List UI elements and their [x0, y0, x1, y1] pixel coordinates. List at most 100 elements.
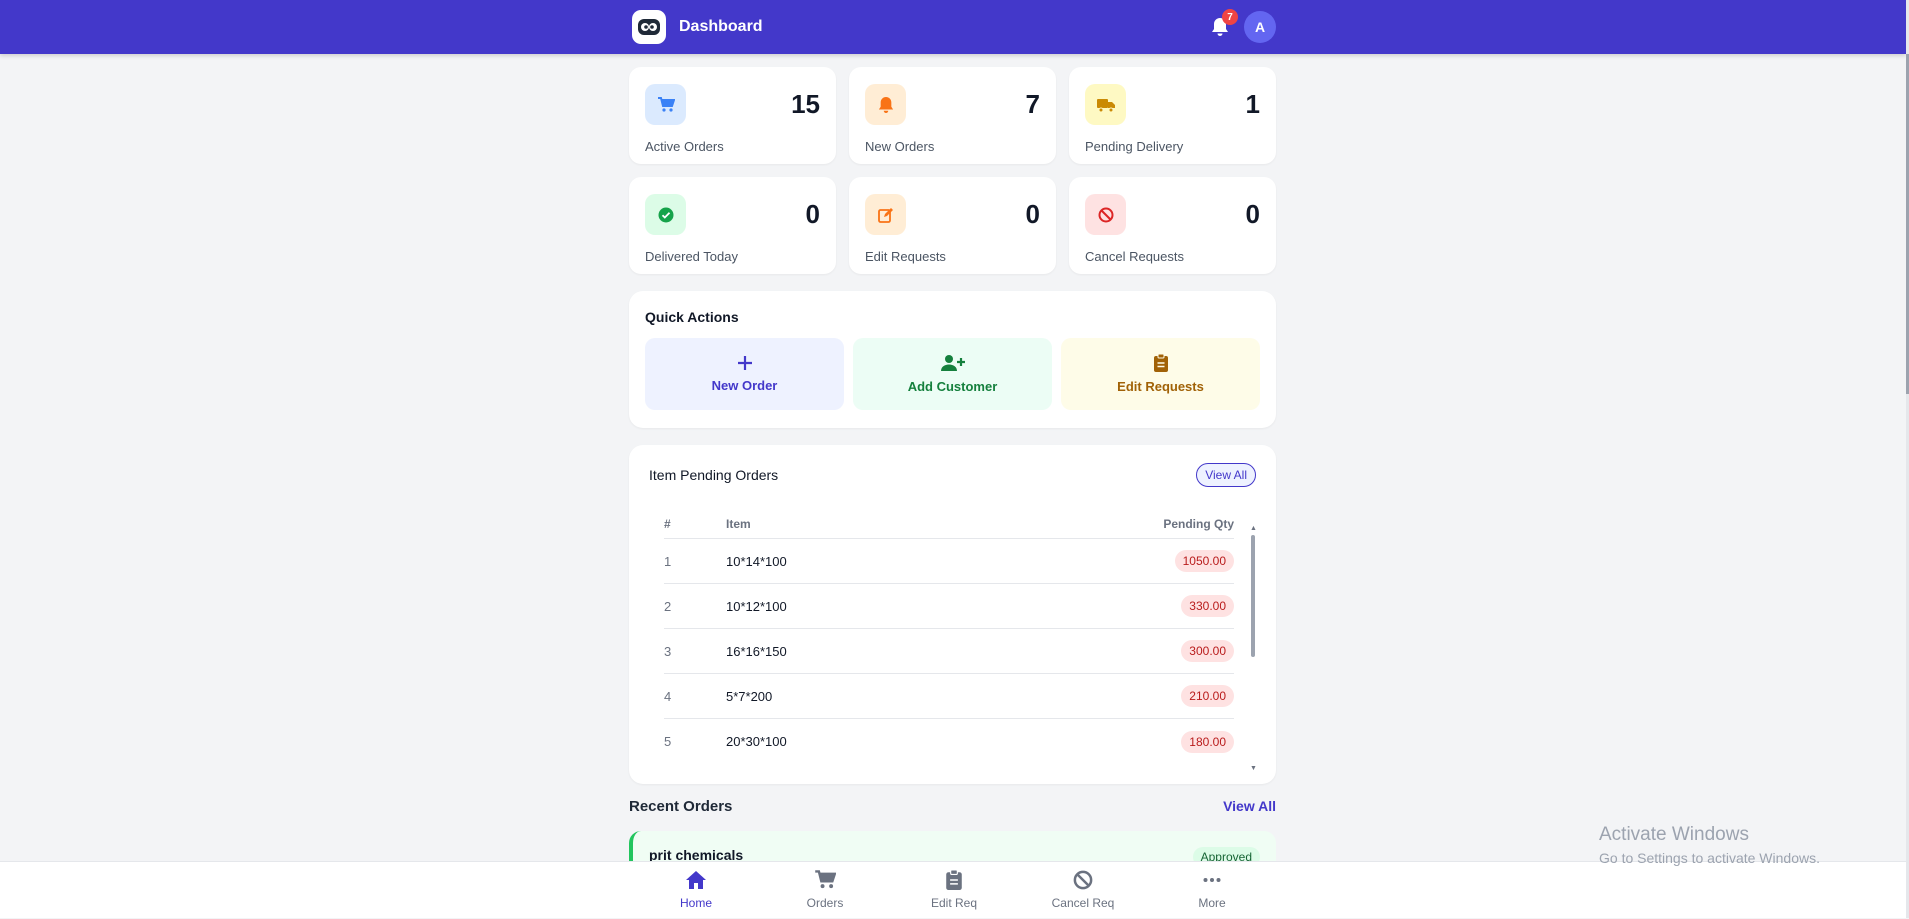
- scroll-up-arrow-icon[interactable]: ▲: [1250, 525, 1257, 532]
- stat-value: 0: [1245, 199, 1260, 229]
- nav-label-more: More: [1198, 896, 1226, 910]
- main-content: 15 Active Orders 7 New Orders 1 Pending …: [629, 67, 1276, 871]
- check-circle-icon: [658, 207, 673, 222]
- stat-value: 0: [1025, 199, 1040, 229]
- plus-icon: [737, 356, 752, 370]
- column-header-item: Item: [726, 516, 751, 531]
- pending-orders-title: Item Pending Orders: [649, 467, 779, 483]
- stat-label: Active Orders: [645, 139, 724, 154]
- stat-value: 7: [1025, 89, 1040, 119]
- more-icon: [1203, 878, 1221, 882]
- table-row[interactable]: 4 5*7*200 210.00: [664, 674, 1234, 719]
- new-order-label: New Order: [711, 378, 778, 393]
- pending-orders-table: # Item Pending Qty 1 10*14*100 1050.00 2…: [664, 509, 1234, 764]
- stat-icon-wrap: [1085, 194, 1126, 235]
- qty-badge: 300.00: [1181, 640, 1234, 662]
- cart-icon: [815, 870, 836, 889]
- pending-orders-header: Item Pending Orders View All: [649, 463, 1256, 487]
- stat-card-delivered-today[interactable]: 0 Delivered Today: [629, 177, 836, 274]
- watermark-line-2: Go to Settings to activate Windows.: [1599, 850, 1820, 866]
- table-row[interactable]: 1 10*14*100 1050.00: [664, 539, 1234, 584]
- home-icon: [686, 871, 706, 889]
- row-item: 20*30*100: [726, 734, 787, 749]
- nav-item-orders[interactable]: Orders: [761, 862, 889, 919]
- stat-label: Delivered Today: [645, 249, 738, 264]
- row-item: 10*14*100: [726, 553, 787, 569]
- clipboard-icon: [1153, 354, 1168, 372]
- bottom-nav-items: Home Orders Edit Req Cancel Req More: [632, 862, 1276, 919]
- edit-requests-button[interactable]: Edit Requests: [1061, 338, 1260, 410]
- row-num: 4: [664, 688, 672, 704]
- truck-icon: [1096, 98, 1115, 112]
- stat-card-new-orders[interactable]: 7 New Orders: [849, 67, 1056, 164]
- top-bar: Dashboard 7 A: [0, 0, 1906, 54]
- stat-label: Pending Delivery: [1085, 139, 1184, 154]
- add-customer-button[interactable]: Add Customer: [853, 338, 1052, 410]
- stat-icon-wrap: [645, 84, 686, 125]
- table-row[interactable]: 3 16*16*150 300.00: [664, 629, 1234, 674]
- cart-icon: [657, 96, 675, 112]
- stat-icon-wrap: [1085, 84, 1126, 125]
- qty-badge: 210.00: [1181, 685, 1234, 707]
- brand[interactable]: Dashboard: [632, 10, 763, 44]
- notification-badge: 7: [1222, 9, 1238, 25]
- nav-label-orders: Orders: [806, 896, 844, 910]
- scroll-down-arrow-icon[interactable]: ▼: [1250, 765, 1257, 772]
- recent-orders-title: Recent Orders: [629, 797, 733, 815]
- bell-icon: [878, 96, 893, 113]
- stats-grid: 15 Active Orders 7 New Orders 1 Pending …: [629, 67, 1276, 274]
- recent-orders-header: Recent Orders View All: [629, 796, 1276, 816]
- row-item: 5*7*200: [726, 688, 773, 704]
- clipboard-icon: [946, 870, 962, 890]
- nav-label-cancel-req: Cancel Req: [1051, 896, 1115, 910]
- stat-label: New Orders: [865, 139, 935, 154]
- stat-value: 0: [805, 199, 820, 229]
- stat-card-edit-requests[interactable]: 0 Edit Requests: [849, 177, 1056, 274]
- add-customer-label: Add Customer: [907, 379, 998, 394]
- nav-item-home[interactable]: Home: [632, 862, 760, 919]
- user-plus-icon: [940, 355, 965, 371]
- table-row[interactable]: 2 10*12*100 330.00: [664, 584, 1234, 629]
- pending-view-all-button[interactable]: View All: [1196, 463, 1256, 487]
- stat-icon-wrap: [865, 84, 906, 125]
- qty-badge: 1050.00: [1174, 550, 1234, 572]
- stat-card-pending-delivery[interactable]: 1 Pending Delivery: [1069, 67, 1276, 164]
- table-header: # Item Pending Qty: [664, 509, 1234, 539]
- row-item: 16*16*150: [726, 643, 787, 659]
- edit-requests-label: Edit Requests: [1117, 379, 1204, 394]
- quick-actions-row: New Order Add Customer Edit Requests: [645, 338, 1260, 410]
- windows-activation-watermark: Activate Windows Go to Settings to activ…: [1599, 824, 1820, 866]
- edit-icon: [877, 207, 893, 223]
- table-scrollbar-thumb[interactable]: [1251, 535, 1255, 657]
- stat-value: 1: [1245, 89, 1260, 119]
- nav-item-edit-req[interactable]: Edit Req: [890, 862, 1018, 919]
- ban-icon: [1073, 870, 1093, 890]
- stat-label: Edit Requests: [865, 249, 946, 264]
- quick-actions-card: Quick Actions New Order Add Customer Edi…: [629, 291, 1276, 428]
- stat-label: Cancel Requests: [1085, 249, 1184, 264]
- bottom-nav: Home Orders Edit Req Cancel Req More: [0, 861, 1906, 918]
- column-header-qty: Pending Qty: [1163, 516, 1234, 531]
- qty-badge: 180.00: [1181, 730, 1234, 753]
- new-order-button[interactable]: New Order: [645, 338, 844, 410]
- top-bar-inner: Dashboard 7 A: [632, 0, 1276, 54]
- nav-item-more[interactable]: More: [1148, 862, 1276, 919]
- table-scrollbar[interactable]: ▲ ▼: [1250, 525, 1257, 775]
- avatar[interactable]: A: [1244, 11, 1276, 43]
- table-row[interactable]: 5 20*30*100 180.00: [664, 719, 1234, 764]
- ban-icon: [1098, 207, 1113, 222]
- column-header-num: #: [664, 516, 671, 531]
- stat-value: 15: [791, 89, 820, 119]
- nav-label-home: Home: [679, 896, 712, 910]
- stat-card-cancel-requests[interactable]: 0 Cancel Requests: [1069, 177, 1276, 274]
- stat-card-active-orders[interactable]: 15 Active Orders: [629, 67, 836, 164]
- pending-orders-card: Item Pending Orders View All # Item Pend…: [629, 445, 1276, 784]
- notification-button[interactable]: 7: [1206, 9, 1238, 41]
- row-num: 3: [664, 643, 672, 659]
- row-num: 1: [664, 553, 672, 569]
- recent-view-all-link[interactable]: View All: [1223, 798, 1276, 814]
- watermark-line-1: Activate Windows: [1599, 824, 1749, 845]
- nav-item-cancel-req[interactable]: Cancel Req: [1019, 862, 1147, 919]
- row-num: 5: [664, 734, 672, 749]
- stat-icon-wrap: [865, 194, 906, 235]
